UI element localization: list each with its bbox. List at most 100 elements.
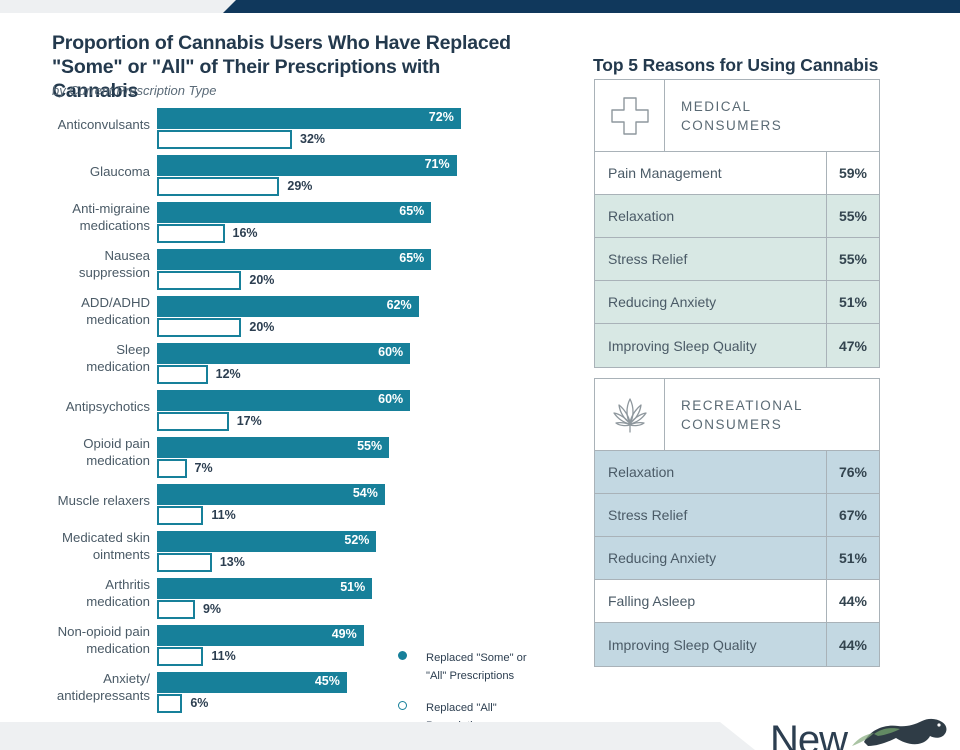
table-icon-cell xyxy=(595,379,665,450)
legend-label: Replaced "Some" or "All" Prescriptions xyxy=(426,652,527,682)
table-header: RECREATIONAL CONSUMERS xyxy=(595,379,879,451)
bar-some-value: 52% xyxy=(344,533,370,547)
bar-some-value: 62% xyxy=(386,298,412,312)
reason-percent: 76% xyxy=(838,464,868,480)
table-row: Improving Sleep Quality 47% xyxy=(595,324,879,367)
reason-label: Relaxation xyxy=(595,451,827,493)
bar-category-label: ADD/ADHD medication xyxy=(81,295,150,327)
bar-category-label: Medicated skin ointments xyxy=(62,530,150,562)
bar-some-or-all: 72% xyxy=(157,108,461,129)
bar-row: Sleep medication 60% 12% xyxy=(0,342,560,390)
table-icon-cell xyxy=(595,80,665,151)
table-header-label: RECREATIONAL CONSUMERS xyxy=(681,397,804,432)
bar-category-label: Anxiety/antidepressants xyxy=(56,671,150,703)
bar-some-or-all: 51% xyxy=(157,578,373,599)
bar-all-only xyxy=(157,365,208,384)
bar-category-label: Nausea suppression xyxy=(78,248,150,280)
bar-all-only xyxy=(157,224,225,243)
bar-all-value: 29% xyxy=(287,179,313,193)
reason-label: Stress Relief xyxy=(595,494,827,536)
reason-label: Relaxation xyxy=(595,195,827,237)
reasons-title: Top 5 Reasons for Using Cannabis xyxy=(593,55,879,75)
bar-row: Muscle relaxers 54% 11% xyxy=(0,484,560,531)
reason-label: Stress Relief xyxy=(595,238,827,280)
legend-item: Replaced "Some" or "All" Prescriptions xyxy=(398,648,548,684)
hollow-ring-icon xyxy=(398,701,407,710)
bar-some-or-all: 55% xyxy=(157,437,390,458)
bar-category-label: Arthritis medication xyxy=(86,577,150,609)
bar-all-only xyxy=(157,600,195,619)
bar-all-value: 9% xyxy=(202,602,222,616)
table-header-label: MEDICAL CONSUMERS xyxy=(681,98,783,133)
table-row: Reducing Anxiety 51% xyxy=(595,537,879,580)
bar-list: Anticonvulsants 72% 32% Glaucoma 71% 29% Anti-… xyxy=(0,108,560,719)
bar-all-value: 20% xyxy=(249,320,275,334)
table-row: Reducing Anxiety 51% xyxy=(595,281,879,324)
table-row: Improving Sleep Quality 44% xyxy=(595,623,879,666)
bar-some-value: 71% xyxy=(424,157,450,171)
bar-all-only xyxy=(157,271,242,290)
bar-all-value: 20% xyxy=(249,273,275,287)
bar-row: Anticonvulsants 72% 32% xyxy=(0,108,560,155)
bar-some-value: 45% xyxy=(314,674,340,688)
reason-label: Improving Sleep Quality xyxy=(595,623,827,666)
reason-percent: 59% xyxy=(838,165,868,181)
bar-all-value: 11% xyxy=(211,508,236,522)
bar-row: Medicated skin ointments 52% 13% xyxy=(0,530,560,578)
cannabis-leaf-icon xyxy=(612,397,647,433)
bar-some-or-all: 62% xyxy=(157,296,419,317)
bar-row: Anti-migraine medications 65% 16% xyxy=(0,201,560,249)
bar-category-label: Muscle relaxers xyxy=(57,493,150,508)
bar-row: Nausea suppression 65% 20% xyxy=(0,248,560,296)
bar-some-or-all: 71% xyxy=(157,155,457,176)
bar-some-or-all: 60% xyxy=(157,343,411,364)
bar-all-only xyxy=(157,130,293,149)
reason-label: Reducing Anxiety xyxy=(595,537,827,579)
bar-all-only xyxy=(157,318,242,337)
reason-percent: 67% xyxy=(838,507,868,523)
table-row: Falling Asleep 44% xyxy=(595,580,879,623)
bar-row: Glaucoma 71% 29% xyxy=(0,155,560,202)
bar-category-label: Anti-migraine medications xyxy=(72,201,150,233)
bar-all-only xyxy=(157,553,212,572)
bar-some-value: 60% xyxy=(378,345,404,359)
reason-label: Improving Sleep Quality xyxy=(595,324,827,367)
bar-all-value: 7% xyxy=(194,461,213,475)
bar-some-value: 60% xyxy=(378,392,404,406)
reason-label: Falling Asleep xyxy=(595,580,827,622)
reason-percent: 51% xyxy=(838,550,868,566)
bar-category-label: Glaucoma xyxy=(89,164,150,179)
bar-all-value: 11% xyxy=(211,649,236,663)
bar-all-value: 17% xyxy=(236,414,262,428)
bar-row: ADD/ADHD medication 62% 20% xyxy=(0,295,560,343)
reason-percent: 55% xyxy=(838,208,868,224)
bar-all-value: 12% xyxy=(215,367,241,381)
bar-some-or-all: 49% xyxy=(157,625,364,646)
top-banner xyxy=(0,0,960,13)
bar-some-value: 72% xyxy=(428,110,454,124)
bar-some-or-all: 65% xyxy=(157,202,432,223)
bar-all-only xyxy=(157,412,229,431)
bar-all-value: 13% xyxy=(219,555,245,569)
table-row: Relaxation 55% xyxy=(595,195,879,238)
bar-some-or-all: 60% xyxy=(157,390,411,411)
bar-category-label: Sleep medication xyxy=(86,342,150,374)
filled-dot-icon xyxy=(398,651,407,660)
table-header: MEDICAL CONSUMERS xyxy=(595,80,879,152)
bar-category-label: Non-opioid pain medication xyxy=(57,624,150,656)
reason-percent: 55% xyxy=(838,251,868,267)
medical-cross-icon xyxy=(610,96,649,135)
reason-percent: 51% xyxy=(838,294,868,310)
bar-some-value: 49% xyxy=(331,627,357,641)
bar-some-value: 55% xyxy=(357,439,383,453)
medical-consumers-table: MEDICAL CONSUMERS Pain Management 59% Relaxa… xyxy=(594,79,880,368)
chart-subtitle: by Current Prescription Type xyxy=(52,83,217,98)
reason-percent: 47% xyxy=(838,337,868,354)
bar-row: Antipsychotics 60% 17% xyxy=(0,390,560,437)
bar-some-or-all: 54% xyxy=(157,484,385,505)
bar-category-label: Antipsychotics xyxy=(65,399,150,414)
bar-row: Arthritis medication 51% 9% xyxy=(0,577,560,625)
logo-text: New xyxy=(770,718,848,750)
reason-percent: 44% xyxy=(838,593,868,609)
bar-some-or-all: 52% xyxy=(157,531,377,552)
